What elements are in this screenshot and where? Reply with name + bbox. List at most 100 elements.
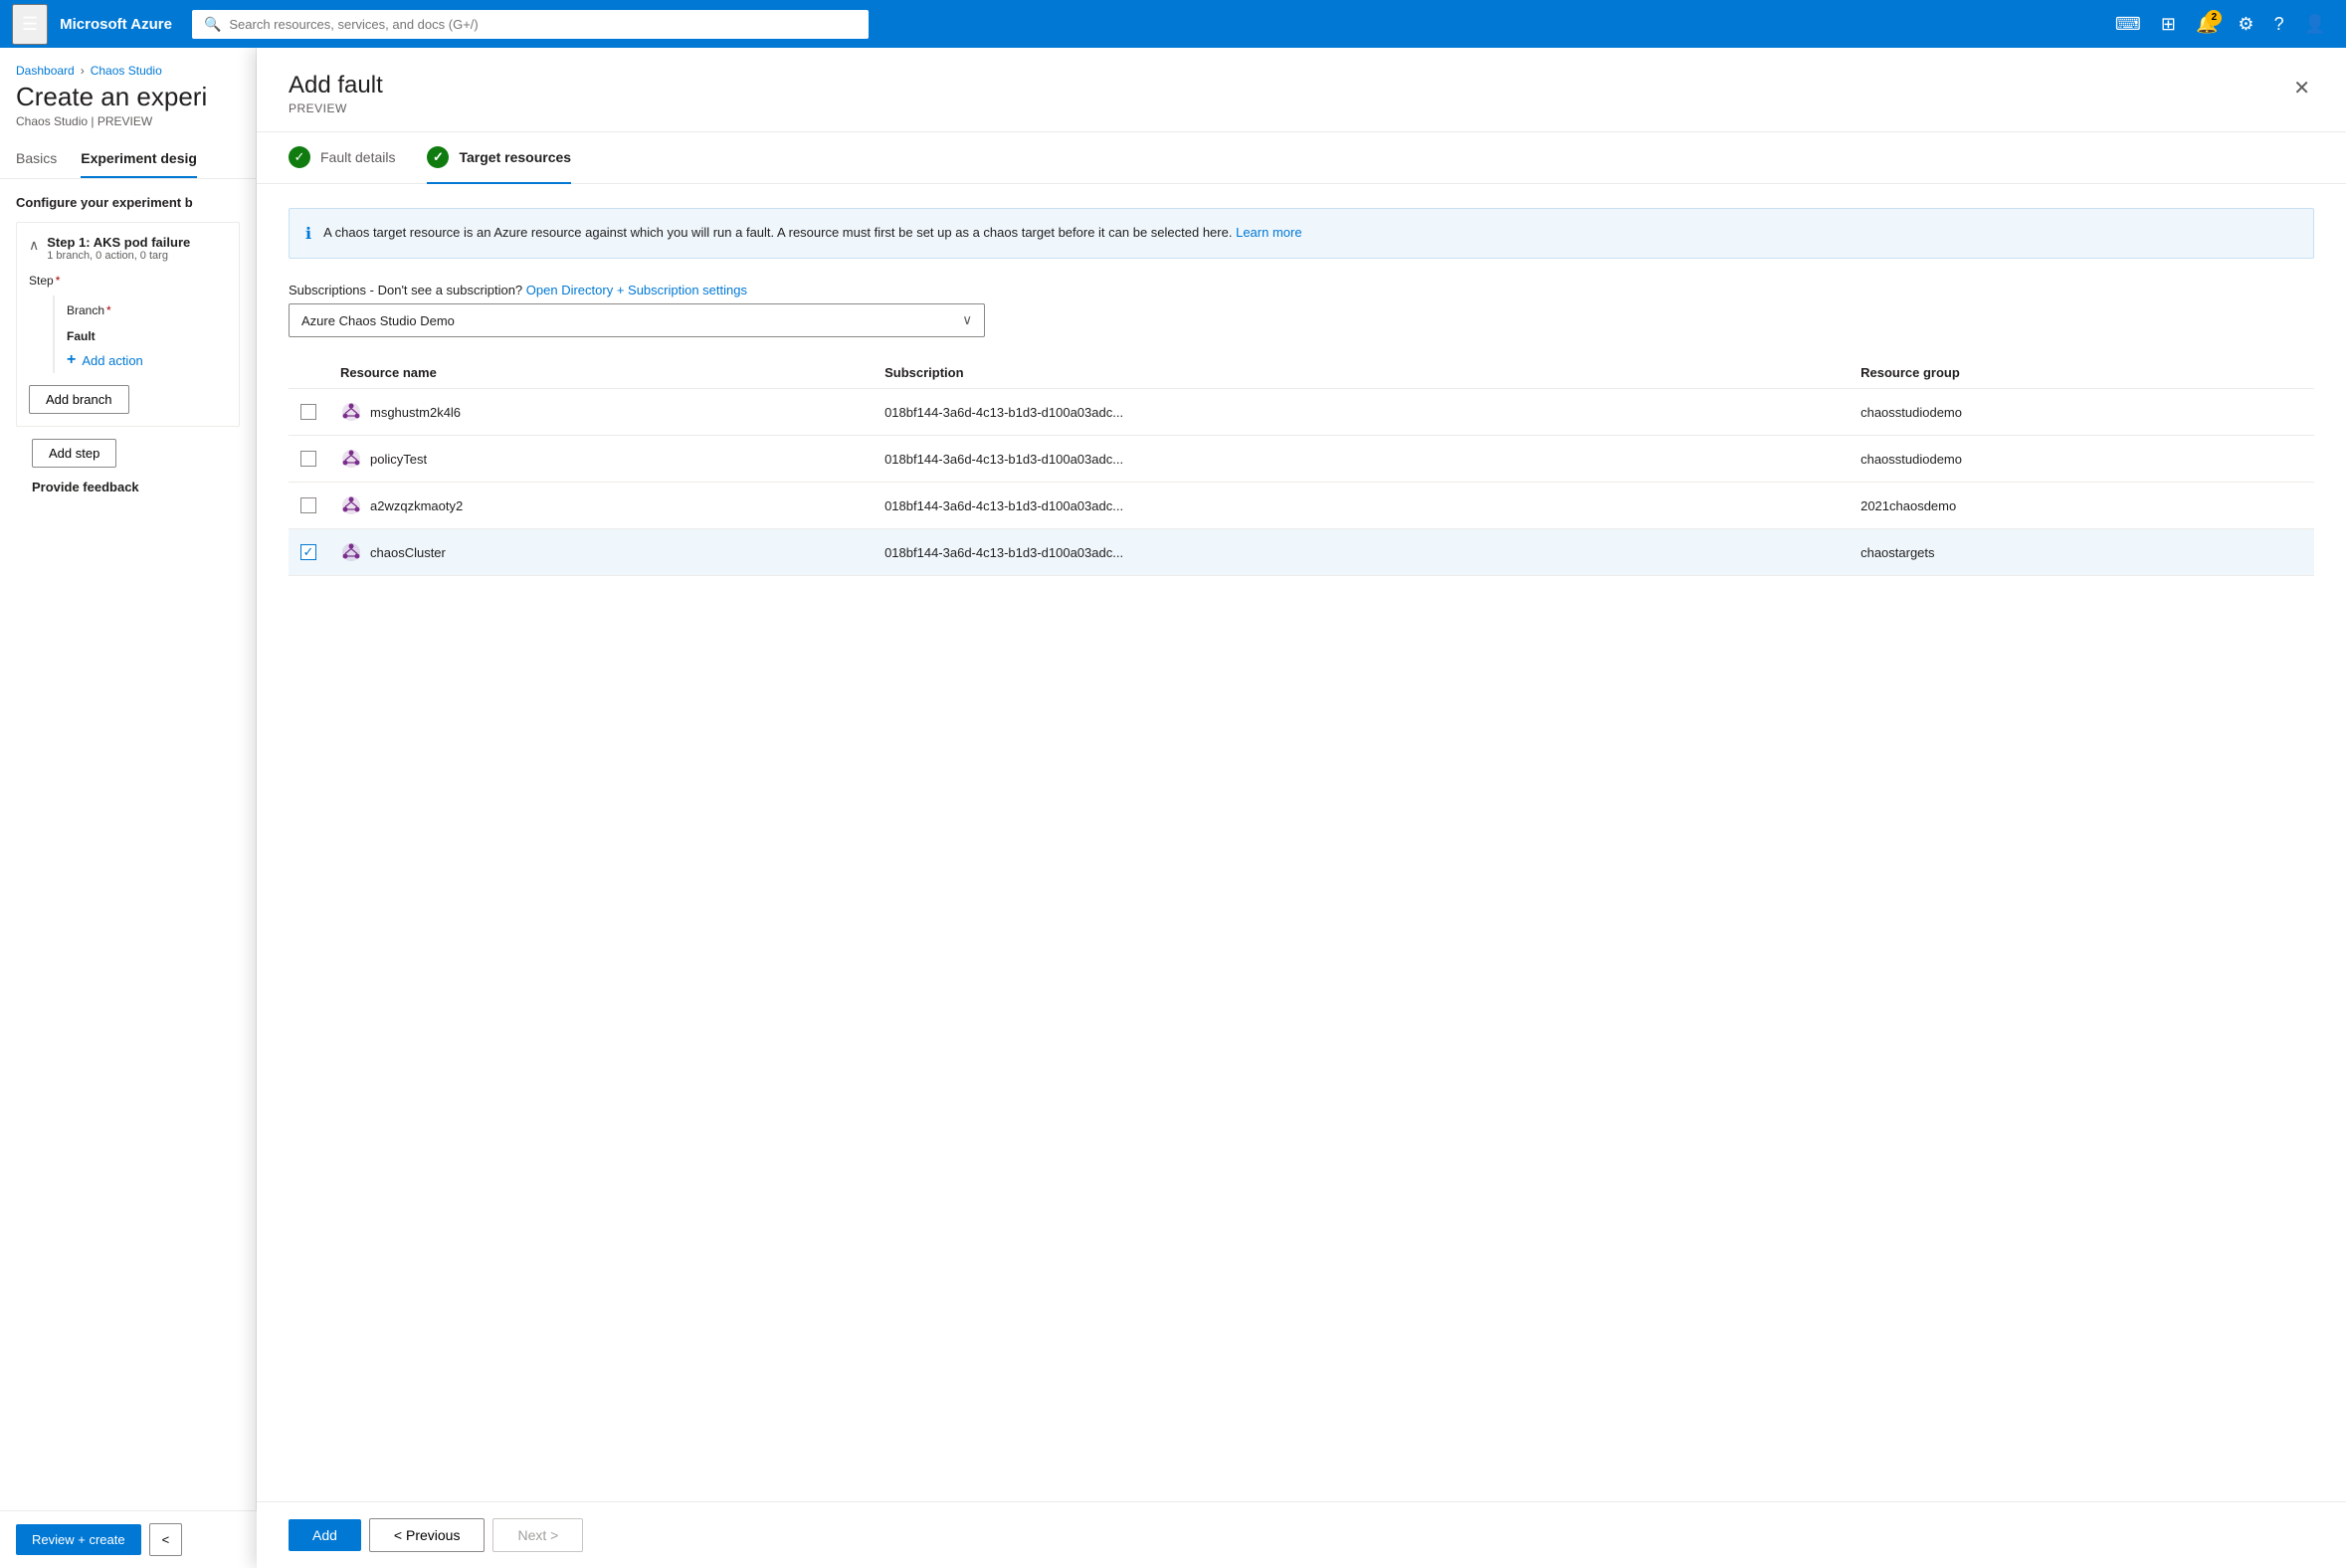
subscription-label: Subscriptions - Don't see a subscription… [289,283,2314,297]
table-row[interactable]: a2wzqzkmaoty2 018bf144-3a6d-4c13-b1d3-d10… [289,483,2314,529]
help-button[interactable]: ? [2266,6,2292,43]
account-button[interactable]: 👤 [2296,6,2334,43]
open-directory-link[interactable]: Open Directory + Subscription settings [526,283,747,297]
resource-group-cell: chaosstudiodemo [1849,389,2314,436]
notifications-button[interactable]: 🔔 2 [2188,6,2226,43]
tab-target-resources[interactable]: ✓ Target resources [427,132,571,184]
add-action-button[interactable]: + Add action [67,347,143,373]
top-navigation: ☰ Microsoft Azure 🔍 ⌨ ⊞ 🔔 2 ⚙ ? 👤 [0,0,2346,48]
page-title: Create an experi [0,78,256,114]
target-resources-check-icon: ✓ [427,146,449,168]
bottom-bar: Review + create < [0,1510,257,1568]
step-chevron-icon[interactable]: ∧ [29,237,39,254]
help-icon: ? [2274,14,2284,35]
table-row[interactable]: policyTest 018bf144-3a6d-4c13-b1d3-d100a0… [289,436,2314,483]
dialog-header: Add fault PREVIEW ✕ [257,48,2346,132]
close-dialog-button[interactable]: ✕ [2289,72,2314,104]
next-button: Next > [492,1518,583,1552]
resource-name-text: msghustm2k4l6 [370,405,461,420]
info-text: A chaos target resource is an Azure reso… [323,223,1302,243]
prev-button-left[interactable]: < [149,1523,183,1556]
dialog-header-text: Add fault PREVIEW [289,72,383,115]
aks-icon [340,401,362,423]
cloud-shell-icon: ⌨ [2115,14,2141,35]
add-action-plus-icon: + [67,351,76,369]
config-section: Configure your experiment b ∧ Step 1: AK… [0,179,256,1568]
add-fault-dialog: Add fault PREVIEW ✕ ✓ Fault details ✓ Ta… [257,48,2346,1568]
tab-fault-details[interactable]: ✓ Fault details [289,132,395,184]
step-meta: 1 branch, 0 action, 0 targ [47,250,227,262]
page-tabs: Basics Experiment desig [0,140,256,179]
subscription-dropdown[interactable]: Azure Chaos Studio Demo ∨ [289,303,985,337]
dialog-footer: Add < Previous Next > [257,1501,2346,1568]
step-label: Step * [29,274,227,288]
add-button[interactable]: Add [289,1519,361,1551]
table-row[interactable]: msghustm2k4l6 018bf144-3a6d-4c13-b1d3-d10… [289,389,2314,436]
resource-group-cell: chaosstudiodemo [1849,436,2314,483]
row-checkbox-3[interactable]: ✓ [300,544,316,560]
table-row[interactable]: ✓ chaosCluster018bf144-3a6d-4c13-b1d3-d1… [289,529,2314,576]
row-checkbox-2[interactable] [300,497,316,513]
nav-icons: ⌨ ⊞ 🔔 2 ⚙ ? 👤 [2107,6,2334,43]
hamburger-menu-button[interactable]: ☰ [12,4,48,45]
step-header: ∧ Step 1: AKS pod failure 1 branch, 0 ac… [17,223,239,274]
dialog-body: ℹ A chaos target resource is an Azure re… [257,184,2346,1501]
fault-details-check-icon: ✓ [289,146,310,168]
main-layout: Dashboard › Chaos Studio Create an exper… [0,48,2346,1568]
info-icon: ℹ [305,224,311,244]
settings-icon: ⚙ [2238,14,2253,35]
settings-button[interactable]: ⚙ [2230,6,2261,43]
add-branch-button[interactable]: Add branch [29,385,129,414]
col-resource-name: Resource name [328,357,873,389]
branch-label: Branch * [67,303,227,317]
table-header-row: Resource name Subscription Resource grou… [289,357,2314,389]
breadcrumb: Dashboard › Chaos Studio [0,48,256,78]
notification-count: 2 [2206,10,2222,26]
left-panel: Dashboard › Chaos Studio Create an exper… [0,48,257,1568]
info-box: ℹ A chaos target resource is an Azure re… [289,208,2314,259]
subscription-dropdown-text: Azure Chaos Studio Demo [301,313,455,328]
row-checkbox-0[interactable] [300,404,316,420]
step-content: Step * Branch * Fault + Add action [17,274,239,426]
branch-container: Branch * Fault + Add action [53,295,227,373]
subscription-cell: 018bf144-3a6d-4c13-b1d3-d100a03adc... [873,529,1849,576]
search-icon: 🔍 [204,16,221,33]
provide-feedback: Provide feedback [16,468,240,506]
aks-icon [340,448,362,470]
resource-name-text: policyTest [370,452,427,467]
tab-basics[interactable]: Basics [16,140,57,178]
subscription-cell: 018bf144-3a6d-4c13-b1d3-d100a03adc... [873,436,1849,483]
col-subscription: Subscription [873,357,1849,389]
learn-more-link[interactable]: Learn more [1236,225,1301,240]
cloud-shell-button[interactable]: ⌨ [2107,6,2149,43]
subscription-cell: 018bf144-3a6d-4c13-b1d3-d100a03adc... [873,389,1849,436]
directory-button[interactable]: ⊞ [2153,6,2184,43]
add-step-button[interactable]: Add step [32,439,116,468]
row-checkbox-1[interactable] [300,451,316,467]
previous-button[interactable]: < Previous [369,1518,486,1552]
resource-name-text: a2wzqzkmaoty2 [370,498,463,513]
fault-label: Fault [67,329,227,343]
col-checkbox [289,357,328,389]
dialog-subtitle: PREVIEW [289,101,383,115]
directory-icon: ⊞ [2161,14,2176,35]
resources-table: Resource name Subscription Resource grou… [289,357,2314,576]
subscription-cell: 018bf144-3a6d-4c13-b1d3-d100a03adc... [873,483,1849,529]
brand-name: Microsoft Azure [60,16,172,33]
search-bar[interactable]: 🔍 [192,10,869,39]
resource-group-cell: 2021chaosdemo [1849,483,2314,529]
review-create-button[interactable]: Review + create [16,1524,141,1555]
breadcrumb-dashboard[interactable]: Dashboard [16,64,75,78]
right-panel: Add fault PREVIEW ✕ ✓ Fault details ✓ Ta… [257,48,2346,1568]
breadcrumb-chaos-studio[interactable]: Chaos Studio [91,64,162,78]
tab-experiment-design[interactable]: Experiment desig [81,140,197,178]
col-resource-group: Resource group [1849,357,2314,389]
search-input[interactable] [229,17,857,32]
aks-icon [340,541,362,563]
subscription-row: Subscriptions - Don't see a subscription… [289,283,2314,337]
account-icon: 👤 [2304,14,2326,35]
step-name: Step 1: AKS pod failure [47,235,227,250]
page-subtitle: Chaos Studio | PREVIEW [0,114,256,140]
dialog-tabs: ✓ Fault details ✓ Target resources [257,132,2346,184]
step-info: Step 1: AKS pod failure 1 branch, 0 acti… [47,235,227,262]
